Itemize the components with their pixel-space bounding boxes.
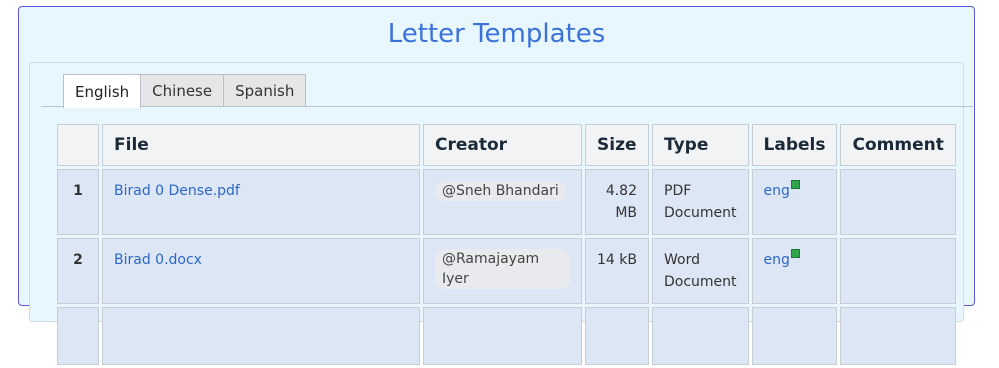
- type-cell: PDF Document: [652, 169, 749, 235]
- header-creator[interactable]: Creator: [423, 124, 582, 166]
- at-sign-icon: @: [442, 183, 456, 199]
- tab-divider: [41, 106, 973, 107]
- files-table: File Creator Size Type Labels Comment 1 …: [54, 121, 959, 368]
- file-cell: Birad 0.docx: [102, 238, 420, 304]
- creator-name: Ramajayam Iyer: [442, 251, 540, 287]
- tab-chinese[interactable]: Chinese: [140, 74, 225, 107]
- labels-cell: eng: [751, 169, 838, 235]
- type-cell: [652, 307, 749, 365]
- header-labels[interactable]: Labels: [751, 124, 838, 166]
- labels-cell: eng: [751, 238, 838, 304]
- tab-bar: English Chinese Spanish: [63, 74, 307, 108]
- creator-cell: [423, 307, 582, 365]
- file-link[interactable]: Birad 0.docx: [114, 252, 202, 268]
- comment-cell: [840, 169, 956, 235]
- table-row[interactable]: 2 Birad 0.docx @Ramajayam Iyer 14 kB Wor…: [57, 238, 956, 304]
- creator-name: Sneh Bhandari: [456, 183, 559, 199]
- table-row[interactable]: 1 Birad 0 Dense.pdf @Sneh Bhandari 4.82 …: [57, 169, 956, 235]
- file-cell: [102, 307, 420, 365]
- row-number: 2: [57, 238, 99, 304]
- type-cell: Word Document: [652, 238, 749, 304]
- table-row[interactable]: [57, 307, 956, 365]
- label-text: eng: [763, 183, 790, 199]
- size-cell: 14 kB: [585, 238, 649, 304]
- at-sign-icon: @: [442, 251, 456, 267]
- size-cell: 4.82 MB: [585, 169, 649, 235]
- labels-cell: [751, 307, 838, 365]
- size-cell: [585, 307, 649, 365]
- label-link[interactable]: eng: [763, 249, 800, 268]
- file-cell: Birad 0 Dense.pdf: [102, 169, 420, 235]
- external-link-icon: [790, 180, 800, 190]
- creator-cell: @Ramajayam Iyer: [423, 238, 582, 304]
- row-number: 1: [57, 169, 99, 235]
- tab-spanish[interactable]: Spanish: [223, 74, 307, 107]
- user-chip[interactable]: @Ramajayam Iyer: [435, 249, 570, 289]
- page-title: Letter Templates: [387, 19, 606, 49]
- tab-english[interactable]: English: [63, 74, 142, 108]
- creator-cell: @Sneh Bhandari: [423, 169, 582, 235]
- header-size[interactable]: Size: [585, 124, 649, 166]
- label-link[interactable]: eng: [763, 180, 800, 199]
- user-chip[interactable]: @Sneh Bhandari: [435, 181, 566, 201]
- header-type[interactable]: Type: [652, 124, 749, 166]
- file-link[interactable]: Birad 0 Dense.pdf: [114, 183, 240, 199]
- external-link-icon: [790, 249, 800, 259]
- header-file[interactable]: File: [102, 124, 420, 166]
- letter-templates-panel: Letter Templates English Chinese Spanish…: [18, 6, 975, 365]
- comment-cell: [840, 238, 956, 304]
- table-header-row: File Creator Size Type Labels Comment: [57, 124, 956, 166]
- tab-container: English Chinese Spanish File Creator Siz…: [29, 62, 973, 365]
- row-number: [57, 307, 99, 365]
- comment-cell: [840, 307, 956, 365]
- header-comment[interactable]: Comment: [840, 124, 956, 166]
- label-text: eng: [763, 252, 790, 268]
- header-number: [57, 124, 99, 166]
